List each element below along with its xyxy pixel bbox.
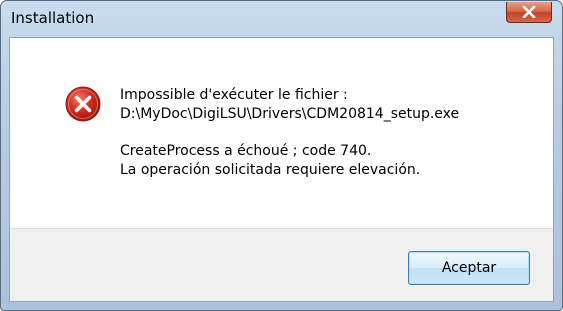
message-line-4: La operación solicitada requiere elevaci… [120, 162, 421, 178]
error-icon [65, 86, 101, 122]
message-line-3: CreateProcess a échoué ; code 740. [120, 143, 372, 159]
message-spacer [120, 124, 459, 142]
dialog-window: Installation Impossible d'exécuter le fi… [0, 0, 563, 311]
close-button[interactable] [506, 2, 552, 23]
window-title: Installation [11, 9, 95, 27]
message-line-2: D:\MyDoc\DigiLSU\Drivers\CDM20814_setup.… [120, 106, 460, 122]
message-line-1: Impossible d'exécuter le fichier : [120, 87, 348, 103]
close-icon [522, 6, 536, 18]
aceptar-button[interactable]: Aceptar [408, 251, 530, 285]
error-message: Impossible d'exécuter le fichier : D:\My… [120, 86, 459, 180]
dialog-client-area: Impossible d'exécuter le fichier : D:\My… [9, 37, 554, 302]
title-bar[interactable]: Installation [1, 1, 562, 37]
